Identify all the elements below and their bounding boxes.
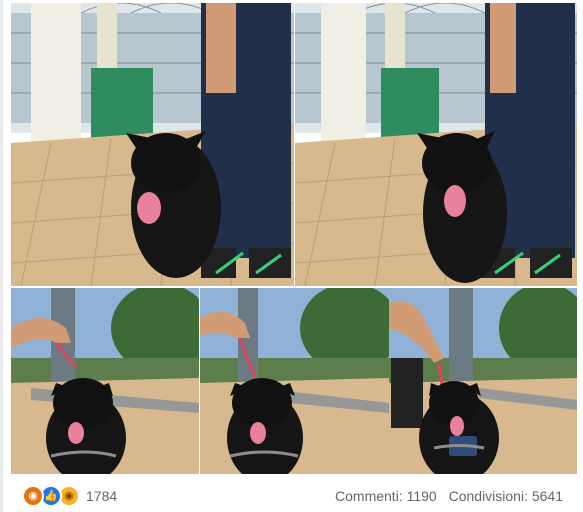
post-photo-2[interactable]	[295, 3, 577, 286]
dog-photo-illustration	[11, 3, 294, 286]
angry-icon: ◉	[22, 485, 44, 507]
reactions-summary[interactable]: ◉ 👍 ◉ 1784	[22, 485, 117, 507]
comments-link[interactable]: Commenti: 1190	[335, 488, 437, 504]
shares-link[interactable]: Condivisioni: 5641	[449, 488, 563, 504]
dog-photo-illustration	[11, 288, 199, 474]
post-photo-4[interactable]	[200, 288, 389, 474]
post-photo-3[interactable]	[11, 288, 199, 474]
facebook-post: ◉ 👍 ◉ 1784 Commenti: 1190 Condivisioni: …	[3, 0, 583, 512]
post-photo-1[interactable]	[11, 3, 294, 286]
dog-photo-illustration	[295, 3, 577, 286]
post-stats: Commenti: 1190 Condivisioni: 5641	[327, 488, 563, 504]
post-photo-5[interactable]	[389, 288, 577, 474]
post-footer: ◉ 👍 ◉ 1784 Commenti: 1190 Condivisioni: …	[3, 474, 583, 512]
reaction-count: 1784	[86, 488, 118, 504]
dog-photo-illustration	[200, 288, 389, 474]
dog-photo-illustration	[389, 288, 577, 474]
